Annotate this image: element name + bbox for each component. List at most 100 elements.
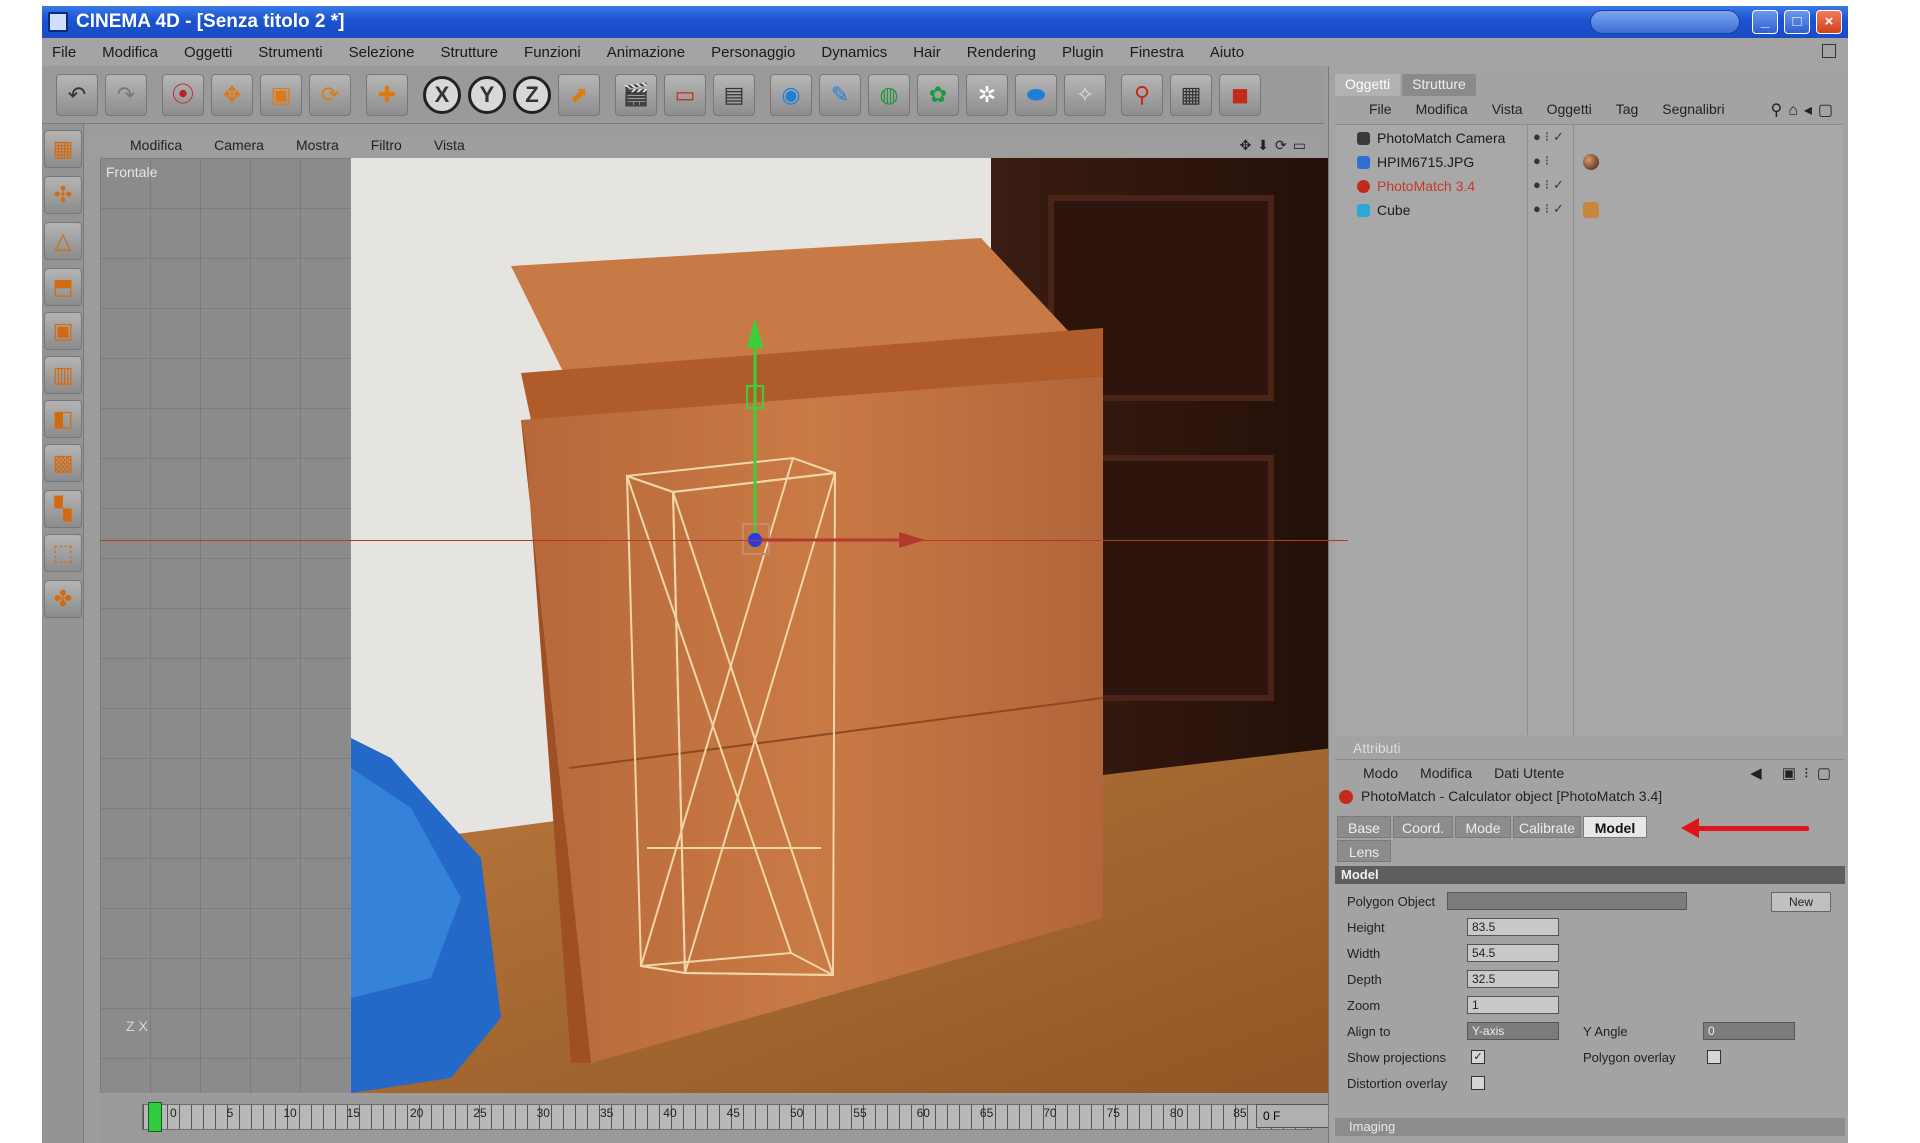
lock-icon[interactable]: ◀ ▣⁝▢ [1750,764,1839,782]
viewport-menu-vista[interactable]: Vista [434,137,465,153]
width-field[interactable]: 54.5 [1467,944,1559,962]
array-icon[interactable]: ✿ [917,73,959,116]
menu-funzioni[interactable]: Funzioni [524,44,581,61]
deformer-icon[interactable]: ✲ [966,73,1008,116]
attrmenu-modo[interactable]: Modo [1363,765,1398,781]
timeline[interactable]: 0 5 10 15 20 25 30 35 40 45 50 55 60 65 … [100,1096,1348,1143]
menu-hair[interactable]: Hair [913,44,941,61]
redo-icon[interactable]: ↷ [105,73,147,116]
menu-modifica[interactable]: Modifica [102,44,158,61]
object-row-hpim6715[interactable]: HPIM6715.JPG ●⁝ [1335,151,1843,173]
render-view-icon[interactable]: 🎬 [615,73,657,116]
viewport-menu-modifica[interactable]: Modifica [130,137,182,153]
attrmenu-modifica[interactable]: Modifica [1420,765,1472,781]
minimize-button[interactable]: _ [1752,10,1778,34]
menu-selezione[interactable]: Selezione [349,44,415,61]
y-axis-lock-icon[interactable]: Y [468,75,506,114]
viewport-menu-camera[interactable]: Camera [214,137,264,153]
undo-icon[interactable]: ↶ [56,73,98,116]
new-button[interactable]: New [1771,892,1831,912]
object-row-photomatch-camera[interactable]: PhotoMatch Camera ●⁝✓ [1335,127,1843,149]
visibility-flags[interactable]: ●⁝✓ [1533,177,1568,193]
objmenu-file[interactable]: File [1369,101,1392,117]
texture-tag-icon[interactable] [1583,202,1599,218]
visibility-flags[interactable]: ●⁝✓ [1533,201,1568,217]
y-angle-field[interactable]: 0 [1703,1022,1795,1040]
menu-oggetti[interactable]: Oggetti [184,44,232,61]
menu-personaggio[interactable]: Personaggio [711,44,795,61]
material-tag-icon[interactable] [1583,154,1599,170]
zoom-field[interactable]: 1 [1467,996,1559,1014]
show-projections-checkbox[interactable]: ✓ [1471,1050,1485,1064]
tab-strutture[interactable]: Strutture [1402,74,1476,96]
object-row-cube[interactable]: Cube ●⁝✓ [1335,199,1843,221]
objmenu-vista[interactable]: Vista [1492,101,1523,117]
menu-finestra[interactable]: Finestra [1130,44,1184,61]
viewport-menu-filtro[interactable]: Filtro [371,137,402,153]
viewport-navigation-icons[interactable]: ✥⬇⟳▭ [1240,137,1312,154]
primitive-cube-icon[interactable]: ◉ [770,73,812,116]
height-field[interactable]: 83.5 [1467,918,1559,936]
scene-object-icon[interactable]: ⬬ [1015,73,1057,116]
menu-animazione[interactable]: Animazione [607,44,685,61]
move-icon[interactable]: ✥ [211,73,253,116]
menu-file[interactable]: File [52,44,76,61]
search-icon[interactable]: ⚲⌂◂▢ [1770,100,1839,120]
tab-mode[interactable]: Mode [1455,816,1511,838]
pin-icon[interactable] [1822,44,1836,58]
viewport-3d[interactable]: Frontale Z X [100,158,1348,1093]
object-axis-icon[interactable]: ✣ [44,176,82,214]
menu-aiuto[interactable]: Aiuto [1210,44,1244,61]
viewport-menu-mostra[interactable]: Mostra [296,137,339,153]
imaging-group-header[interactable]: Imaging [1335,1118,1845,1136]
render-picture-viewer-icon[interactable]: ▭ [664,73,706,116]
menu-plugin[interactable]: Plugin [1062,44,1104,61]
align-dropdown[interactable]: Y-axis [1467,1022,1559,1040]
object-row-photomatch[interactable]: PhotoMatch 3.4 ●⁝✓ [1335,175,1843,197]
menu-dynamics[interactable]: Dynamics [821,44,887,61]
render-settings-icon[interactable]: ▤ [713,73,755,116]
tab-model[interactable]: Model [1583,816,1647,838]
tab-lens[interactable]: Lens [1337,840,1391,862]
menu-strutture[interactable]: Strutture [441,44,499,61]
rotate-icon[interactable]: ⟳ [309,73,351,116]
tab-coord[interactable]: Coord. [1393,816,1453,838]
tab-calibrate[interactable]: Calibrate [1513,816,1581,838]
menu-rendering[interactable]: Rendering [967,44,1036,61]
objmenu-modifica[interactable]: Modifica [1416,101,1468,117]
world-coordinates-icon[interactable]: ✚ [366,73,408,116]
objmenu-tag[interactable]: Tag [1616,101,1639,117]
edge-mode-icon[interactable]: ▥ [44,356,82,394]
maximize-button[interactable]: □ [1784,10,1810,34]
point-mode-icon[interactable]: ▣ [44,312,82,350]
objmenu-segnalibri[interactable]: Segnalibri [1662,101,1724,117]
workplane-icon[interactable]: ⬚ [44,534,82,572]
photomatch-plugin-icon[interactable]: ◼ [1219,73,1261,116]
visibility-flags[interactable]: ●⁝✓ [1533,129,1568,145]
polygon-overlay-checkbox[interactable] [1707,1050,1721,1064]
camera-icon[interactable]: ⚲ [1121,73,1163,116]
layout-icon[interactable]: ▦ [1170,73,1212,116]
tab-base[interactable]: Base [1337,816,1391,838]
coordinate-system-icon[interactable]: ⬈ [558,73,600,116]
polygon-mode-icon[interactable]: ◧ [44,400,82,438]
light-icon[interactable]: ✧ [1064,73,1106,116]
uv-mode-icon[interactable]: ▩ [44,444,82,482]
spline-pen-icon[interactable]: ✎ [819,73,861,116]
menu-strumenti[interactable]: Strumenti [258,44,322,61]
visibility-flags[interactable]: ●⁝ [1533,153,1553,169]
objmenu-oggetti[interactable]: Oggetti [1547,101,1592,117]
attrmenu-dati-utente[interactable]: Dati Utente [1494,765,1564,781]
distortion-overlay-checkbox[interactable] [1471,1076,1485,1090]
model-mode-icon[interactable]: ▦ [44,130,82,168]
depth-field[interactable]: 32.5 [1467,970,1559,988]
polygon-object-link-field[interactable] [1447,892,1687,910]
animation-mode-icon[interactable]: ⬒ [44,268,82,306]
checker-icon[interactable]: ▚ [44,490,82,528]
tab-oggetti[interactable]: Oggetti [1335,74,1401,96]
close-button[interactable]: × [1816,10,1842,34]
texture-axis-icon[interactable]: △ [44,222,82,260]
x-axis-lock-icon[interactable]: X [423,75,461,114]
snap-icon[interactable]: ✤ [44,580,82,618]
live-select-icon[interactable]: ⦿ [162,73,204,116]
